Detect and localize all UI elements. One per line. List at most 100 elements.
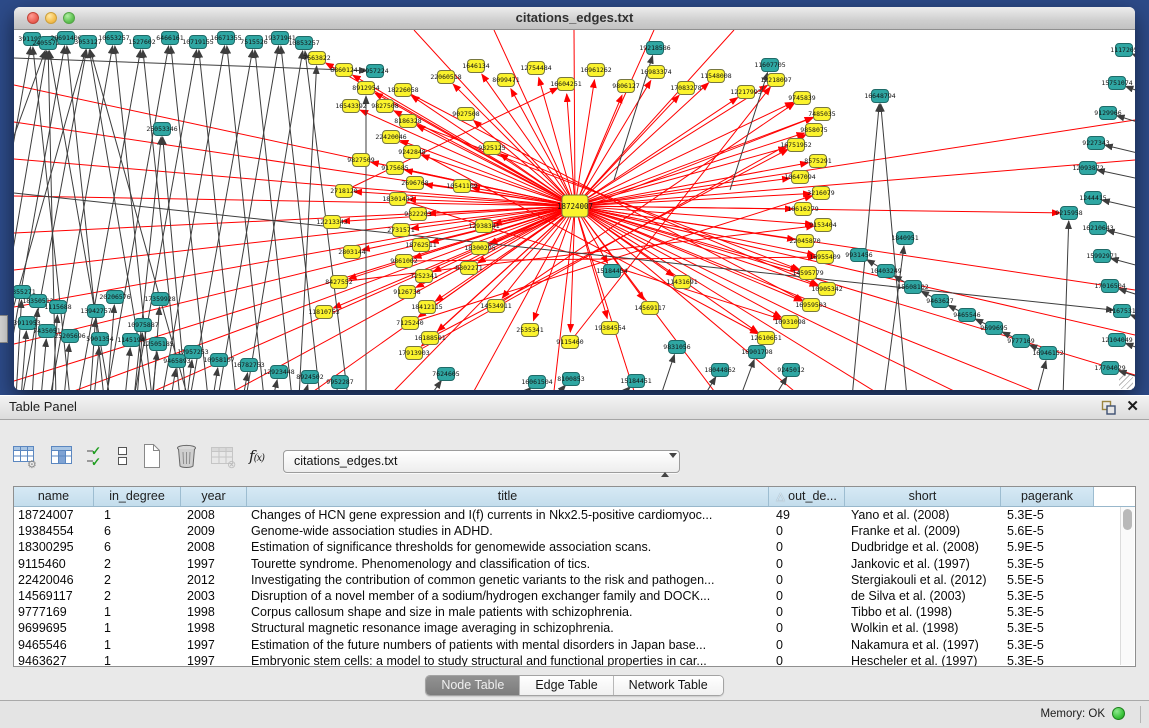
svg-text:⊗: ⊗ <box>227 459 236 469</box>
table-settings-button[interactable]: ⚙ <box>12 440 39 472</box>
graph-edge <box>152 352 157 390</box>
function-builder-button[interactable]: f(x) <box>249 440 264 472</box>
table-scrollbar-thumb[interactable] <box>1123 509 1132 530</box>
table-selector-dropdown[interactable]: citations_edges.txt <box>283 450 680 473</box>
graph-node-label: 2535341 <box>516 326 543 334</box>
graph-node-label: 15184454 <box>596 267 627 275</box>
tab-edge-table[interactable]: Edge Table <box>520 676 613 695</box>
column-header-short[interactable]: short <box>845 487 1001 506</box>
graph-edge <box>334 389 337 390</box>
graph-node-label: 9827508 <box>371 102 398 110</box>
table-cell: 2 <box>94 588 181 604</box>
column-header-in_degree[interactable]: in_degree <box>94 487 181 506</box>
graph-node-label: 22045870 <box>789 237 820 245</box>
graph-node-label: 9831056 <box>663 343 690 351</box>
table-row[interactable]: 1456911722003Disruption of a novel membe… <box>14 588 1135 604</box>
graph-edge <box>429 381 441 390</box>
tab-network-table[interactable]: Network Table <box>614 676 723 695</box>
graph-node-label: 18044862 <box>704 366 735 374</box>
table-cell: 6 <box>94 539 181 555</box>
delete-column-button[interactable] <box>174 440 199 472</box>
table-row[interactable]: 1830029562008Estimation of significance … <box>14 539 1135 555</box>
table-cell: 1998 <box>181 604 247 620</box>
table-scrollbar[interactable] <box>1120 507 1134 665</box>
graph-node-label: 12218097 <box>760 76 791 84</box>
graph-edge <box>14 51 45 390</box>
row-height-button[interactable] <box>116 440 129 472</box>
graph-edge <box>575 206 781 317</box>
table-header-row: namein_degreeyeartitle△ out_de...shortpa… <box>14 487 1135 507</box>
column-header-year[interactable]: year <box>181 487 247 506</box>
dropdown-arrows-icon <box>661 455 670 469</box>
graph-edge <box>740 360 754 390</box>
column-header-pagerank[interactable]: pagerank <box>1001 487 1094 506</box>
graph-node-label: 9827509 <box>347 156 374 164</box>
table-cell: 1 <box>94 637 181 653</box>
memory-ok-indicator[interactable] <box>1112 707 1125 720</box>
canvas-resize-grip-icon[interactable] <box>1119 375 1133 389</box>
close-panel-icon[interactable]: ✕ <box>1126 397 1139 415</box>
graph-node-label: 9777169 <box>1007 337 1034 345</box>
graph-node-label: 9806127 <box>612 82 639 90</box>
graph-node-label: 16671355 <box>210 34 241 42</box>
table-cell: Jankovic et al. (1997) <box>845 556 1001 572</box>
graph-node-label: 9129966 <box>1094 109 1121 117</box>
graph-node-label: 18762511 <box>405 241 436 249</box>
table-cell: Wolkin et al. (1998) <box>845 620 1001 636</box>
tab-node-table[interactable]: Node Table <box>426 676 520 695</box>
table-row[interactable]: 946554611997Estimation of the future num… <box>14 637 1135 653</box>
graph-node-label: 1167531 <box>1108 307 1135 315</box>
graph-node-label: 8924502 <box>296 373 323 381</box>
table-cell: de Silva et al. (2003) <box>845 588 1001 604</box>
column-select-button[interactable] <box>50 440 74 472</box>
graph-node-label: 12938341 <box>468 222 499 230</box>
table-cell: 1 <box>94 653 181 667</box>
graph-node-label: 1145194 <box>117 336 144 344</box>
graph-node-label: 10931098 <box>774 318 805 326</box>
table-row[interactable]: 1938455462009Genome-wide association stu… <box>14 523 1135 539</box>
table-row[interactable]: 946362711997Embryonic stem cells: a mode… <box>14 653 1135 667</box>
table-row[interactable]: 911546021997Tourette syndrome. Phenomeno… <box>14 556 1135 572</box>
new-column-button[interactable] <box>140 440 163 472</box>
graph-node-label: 12217993 <box>730 88 761 96</box>
delete-table-button[interactable]: ⊗ <box>210 440 238 472</box>
table-cell: 2012 <box>181 572 247 588</box>
graph-node-label: 9115460 <box>556 338 583 346</box>
table-settings-icon: ⚙ <box>12 443 39 469</box>
graph-node-label: 11607705 <box>754 61 785 69</box>
column-header-title[interactable]: title <box>247 487 769 506</box>
window-titlebar[interactable]: citations_edges.txt <box>14 7 1135 30</box>
column-header-out_de[interactable]: △ out_de... <box>769 487 845 506</box>
table-cell: 14569117 <box>14 588 94 604</box>
graph-edge <box>304 385 308 390</box>
graph-node-label: 17704029 <box>1094 364 1125 372</box>
table-row[interactable]: 2242004622012Investigating the contribut… <box>14 572 1135 588</box>
validate-button[interactable]: ✓ ✓ <box>85 440 105 472</box>
table-cell: 0 <box>769 620 845 636</box>
table-cell: Stergiakouli et al. (2012) <box>845 572 1001 588</box>
function-builder-icon: f(x) <box>249 447 264 465</box>
network-canvas[interactable]: 3911954240557242069140630531271065325715… <box>14 30 1135 390</box>
table-selector-value: citations_edges.txt <box>294 454 398 468</box>
table-row[interactable]: 969969511998Structural magnetic resonanc… <box>14 620 1135 636</box>
table-row[interactable]: 1872400712008Changes of HCN gene express… <box>14 507 1135 523</box>
graph-node-label: 17359928 <box>144 295 175 303</box>
column-header-name[interactable]: name <box>14 487 94 506</box>
table-cell: 0 <box>769 523 845 539</box>
graph-node-label: 18724007 <box>557 202 593 211</box>
graph-node-label: 10653257 <box>98 34 129 42</box>
graph-node-label: 12923448 <box>263 368 294 376</box>
graph-edge <box>90 319 95 390</box>
table-row[interactable]: 977716911998Corpus callosum shape and si… <box>14 604 1135 620</box>
graph-node-label: 10616279 <box>787 205 818 213</box>
network-graph[interactable]: 3911954240557242069140630531271065325715… <box>14 30 1135 390</box>
graph-node-label: 2731571 <box>387 226 414 234</box>
graph-node-label: 16604251 <box>550 80 581 88</box>
graph-edge <box>125 348 130 390</box>
float-panel-icon[interactable] <box>1100 399 1117 416</box>
graph-node-label: 18300295 <box>464 244 495 252</box>
table-cell: 0 <box>769 588 845 604</box>
graph-edge <box>574 30 575 206</box>
table-cell: 19384554 <box>14 523 94 539</box>
graph-node-label: 11548008 <box>700 72 731 80</box>
